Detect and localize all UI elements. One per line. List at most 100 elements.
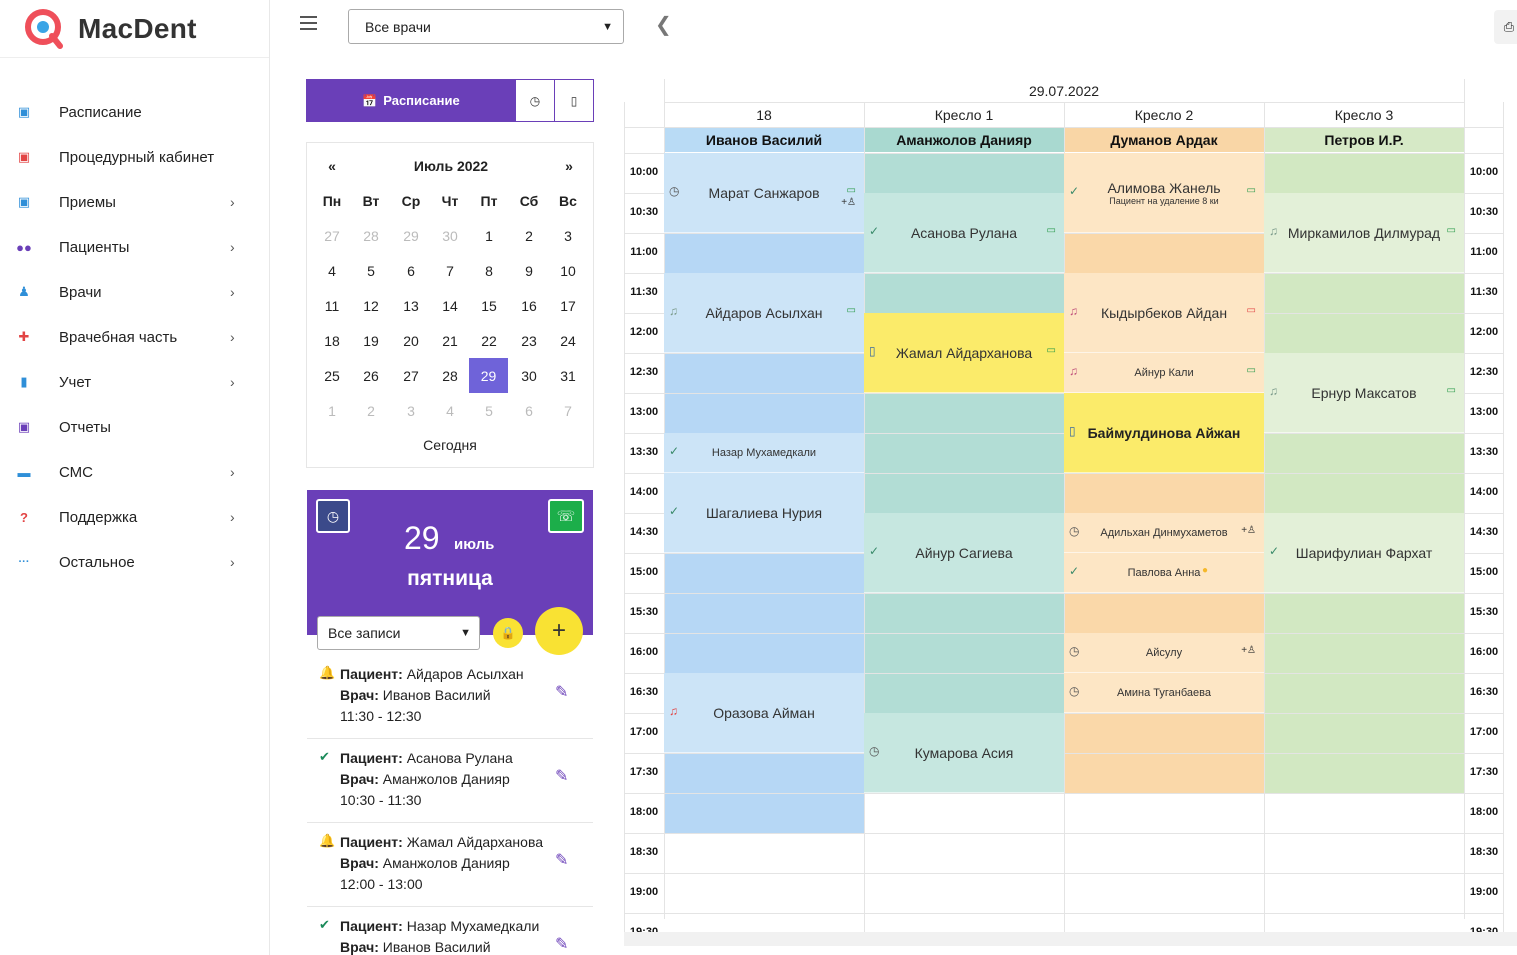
chevron-left-icon[interactable]: ❮	[655, 12, 672, 37]
schedule-appointment[interactable]: ✓ Павлова Анна ●	[1064, 553, 1264, 593]
chevron-down-icon: ▼	[602, 20, 613, 33]
schedule-appointment[interactable]: ✓ Назар Мухамедкали	[664, 433, 864, 473]
schedule-appointment[interactable]: ✓ Алимова Жанель Пациент на удаление 8 ки ▭	[1064, 153, 1264, 233]
sidebar-item[interactable]: ✚ Врачебная часть ›	[0, 319, 270, 355]
menu-toggle-icon[interactable]	[300, 16, 320, 34]
schedule-appointment[interactable]: ♫ Айнур Кали ▭	[1064, 353, 1264, 393]
calendar-day[interactable]: 1	[314, 395, 350, 427]
sidebar-item[interactable]: ··· Остальное ›	[0, 544, 270, 580]
calendar-day[interactable]: 2	[353, 395, 389, 427]
sidebar-item[interactable]: ▣ Расписание	[0, 94, 270, 130]
schedule-appointment[interactable]: ♫ Кыдырбеков Айдан ▭	[1064, 273, 1264, 353]
calendar-day[interactable]: 30	[432, 220, 468, 252]
appointment-card[interactable]: 🔔 Пациент: Айдаров Асылхан Врач: Иванов Ва…	[307, 655, 593, 739]
schedule-appointment[interactable]: ✓ Асанова Рулана ▭	[864, 193, 1064, 273]
calendar-day[interactable]: 4	[432, 395, 468, 427]
schedule-appointment[interactable]: ◷ Марат Санжаров ▭ +♙	[664, 153, 864, 233]
appointment-card[interactable]: ✔ Пациент: Назар Мухамедкали Врач: Иванов …	[307, 907, 593, 955]
calendar-clock-icon[interactable]: ◷	[515, 80, 554, 121]
calendar-day[interactable]: 5	[353, 255, 389, 287]
schedule-appointment[interactable]: ✓ Айнур Сагиева	[864, 513, 1064, 593]
calendar-day[interactable]: 25	[314, 360, 350, 392]
calendar-day[interactable]: 3	[550, 220, 586, 252]
horizontal-scrollbar[interactable]	[624, 932, 1517, 946]
calendar-day[interactable]: 27	[393, 360, 429, 392]
appointment-card[interactable]: ✔ Пациент: Асанова Рулана Врач: Аманжолов …	[307, 739, 593, 823]
calendar-day[interactable]: 6	[511, 395, 547, 427]
calendar-day[interactable]: 29	[393, 220, 429, 252]
calendar-day[interactable]: 17	[550, 290, 586, 322]
schedule-appointment[interactable]: ♫ Айдаров Асылхан ▭	[664, 273, 864, 353]
calendar-day[interactable]: 7	[550, 395, 586, 427]
schedule-appointment[interactable]: ▯ Жамал Айдарханова ▭	[864, 313, 1064, 393]
calendar-day[interactable]: 31	[550, 360, 586, 392]
edit-icon[interactable]: ✎	[555, 850, 568, 870]
calendar-day[interactable]: 1	[471, 220, 507, 252]
calendar-day[interactable]: 18	[314, 325, 350, 357]
calendar-day[interactable]: 11	[314, 290, 350, 322]
calendar-day[interactable]: 7	[432, 255, 468, 287]
sidebar-item[interactable]: ♟ Врачи ›	[0, 274, 270, 310]
calendar-day[interactable]: 8	[471, 255, 507, 287]
next-month-button[interactable]: »	[551, 150, 587, 182]
add-appointment-button[interactable]: +	[535, 607, 583, 655]
calendar-day[interactable]: 5	[471, 395, 507, 427]
calendar-day[interactable]: 15	[471, 290, 507, 322]
sidebar-item[interactable]: ●● Пациенты ›	[0, 229, 270, 265]
schedule-appointment[interactable]: ◷ Амина Туганбаева	[1064, 673, 1264, 713]
patient-label: Пациент:	[340, 750, 403, 766]
edit-icon[interactable]: ✎	[555, 934, 568, 954]
calendar-day-selected[interactable]: 29	[469, 358, 508, 393]
schedule-appointment[interactable]: ♫ Ернур Максатов ▭	[1264, 353, 1464, 433]
sidebar-item[interactable]: ▬ СМС ›	[0, 454, 270, 490]
calendar-day[interactable]: 2	[511, 220, 547, 252]
schedule-appointment[interactable]: ▯ Баймулдинова Айжан	[1064, 393, 1264, 473]
lock-button[interactable]: 🔒	[493, 618, 523, 648]
schedule-appointment[interactable]: ◷ Адильхан Динмухаметов +♙	[1064, 513, 1264, 553]
sidebar-item[interactable]: ? Поддержка ›	[0, 499, 270, 535]
calendar-day[interactable]: 13	[393, 290, 429, 322]
calendar-day[interactable]: 20	[393, 325, 429, 357]
calendar-day[interactable]: 27	[314, 220, 350, 252]
calendar-day[interactable]: 9	[511, 255, 547, 287]
calendar-day[interactable]: 28	[432, 360, 468, 392]
calendar-day[interactable]: 24	[550, 325, 586, 357]
calendar-day[interactable]: 21	[432, 325, 468, 357]
whatsapp-icon[interactable]: ☏	[548, 499, 584, 533]
calendar-day[interactable]: 10	[550, 255, 586, 287]
schedule-appointment[interactable]: ◷ Айсулу +♙	[1064, 633, 1264, 673]
schedule-appointment[interactable]: ✓ Шарифулиан Фархат	[1264, 513, 1464, 593]
doctor-select[interactable]: Все врачи ▼	[348, 9, 624, 44]
calendar-day[interactable]: 4	[314, 255, 350, 287]
edit-icon[interactable]: ✎	[555, 766, 568, 786]
calendar-day[interactable]: 16	[511, 290, 547, 322]
print-icon[interactable]: ⎙	[1494, 10, 1517, 44]
tab-schedule[interactable]: 📅 Расписание	[307, 80, 515, 121]
calendar-day[interactable]: 3	[393, 395, 429, 427]
calendar-day[interactable]: 26	[353, 360, 389, 392]
schedule-appointment[interactable]: ✓ Шагалиева Нурия	[664, 473, 864, 553]
sidebar-item[interactable]: ▣ Отчеты	[0, 409, 270, 445]
sidebar-item[interactable]: ▣ Процедурный кабинет	[0, 139, 270, 175]
calendar-day[interactable]: 6	[393, 255, 429, 287]
calendar-day[interactable]: 12	[353, 290, 389, 322]
edit-icon[interactable]: ✎	[555, 682, 568, 702]
calendar-day[interactable]: 22	[471, 325, 507, 357]
calendar-day[interactable]: 30	[511, 360, 547, 392]
sidebar-item[interactable]: ▮ Учет ›	[0, 364, 270, 400]
calendar-day[interactable]: 23	[511, 325, 547, 357]
schedule-appointment[interactable]: ♫ Оразова Айман	[664, 673, 864, 753]
schedule-appointment[interactable]: ◷ Кумарова Асия	[864, 713, 1064, 793]
today-button[interactable]: Сегодня	[307, 437, 593, 453]
schedule-appointment[interactable]: ♫ Миркамилов Дилмурад ▭	[1264, 193, 1464, 273]
calendar-day[interactable]: 19	[353, 325, 389, 357]
records-filter-select[interactable]: Все записи ▼	[317, 616, 480, 650]
logo[interactable]: MacDent	[0, 0, 269, 58]
booking-icon[interactable]: ◷	[316, 499, 350, 533]
calendar-day[interactable]: 28	[353, 220, 389, 252]
mobile-icon[interactable]: ▯	[554, 80, 593, 121]
appointment-card[interactable]: 🔔 Пациент: Жамал Айдарханова Врач: Аманжол…	[307, 823, 593, 907]
sidebar-item[interactable]: ▣ Приемы ›	[0, 184, 270, 220]
prev-month-button[interactable]: «	[314, 150, 350, 182]
calendar-day[interactable]: 14	[432, 290, 468, 322]
